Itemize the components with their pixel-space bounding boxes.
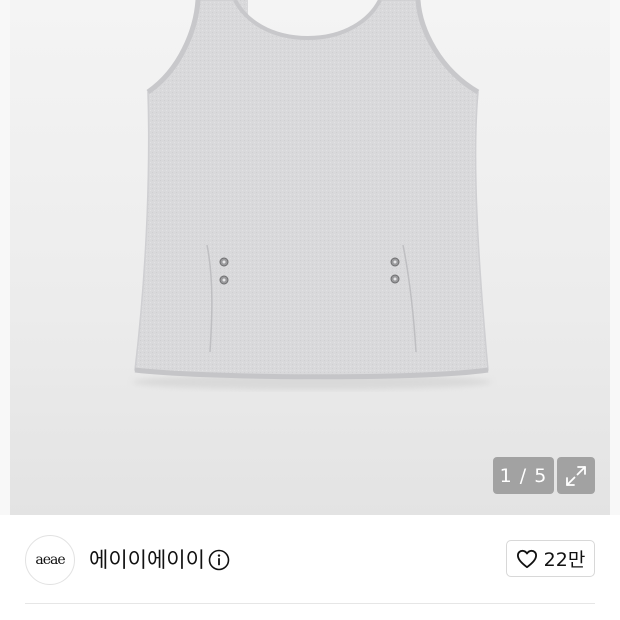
image-counter-text: 1 / 5 xyxy=(499,464,548,487)
info-icon[interactable] xyxy=(208,549,230,571)
expand-image-button[interactable] xyxy=(557,457,595,494)
like-count: 22만 xyxy=(543,549,586,571)
section-divider xyxy=(25,603,595,604)
brand-logo[interactable]: aeae xyxy=(25,535,75,585)
like-button[interactable]: 22만 xyxy=(506,540,595,577)
expand-arrows-icon xyxy=(566,465,586,486)
product-photo-sleeveless-top xyxy=(132,0,492,390)
image-counter-badge: 1 / 5 xyxy=(493,457,554,494)
brand-row: aeae 에이이에이이 22만 xyxy=(0,515,620,605)
heart-outline-icon xyxy=(516,549,537,568)
product-image-gallery[interactable]: 1 / 5 xyxy=(0,0,620,515)
brand-name[interactable]: 에이이에이이 xyxy=(89,543,205,577)
brand-logo-text: aeae xyxy=(35,552,65,568)
